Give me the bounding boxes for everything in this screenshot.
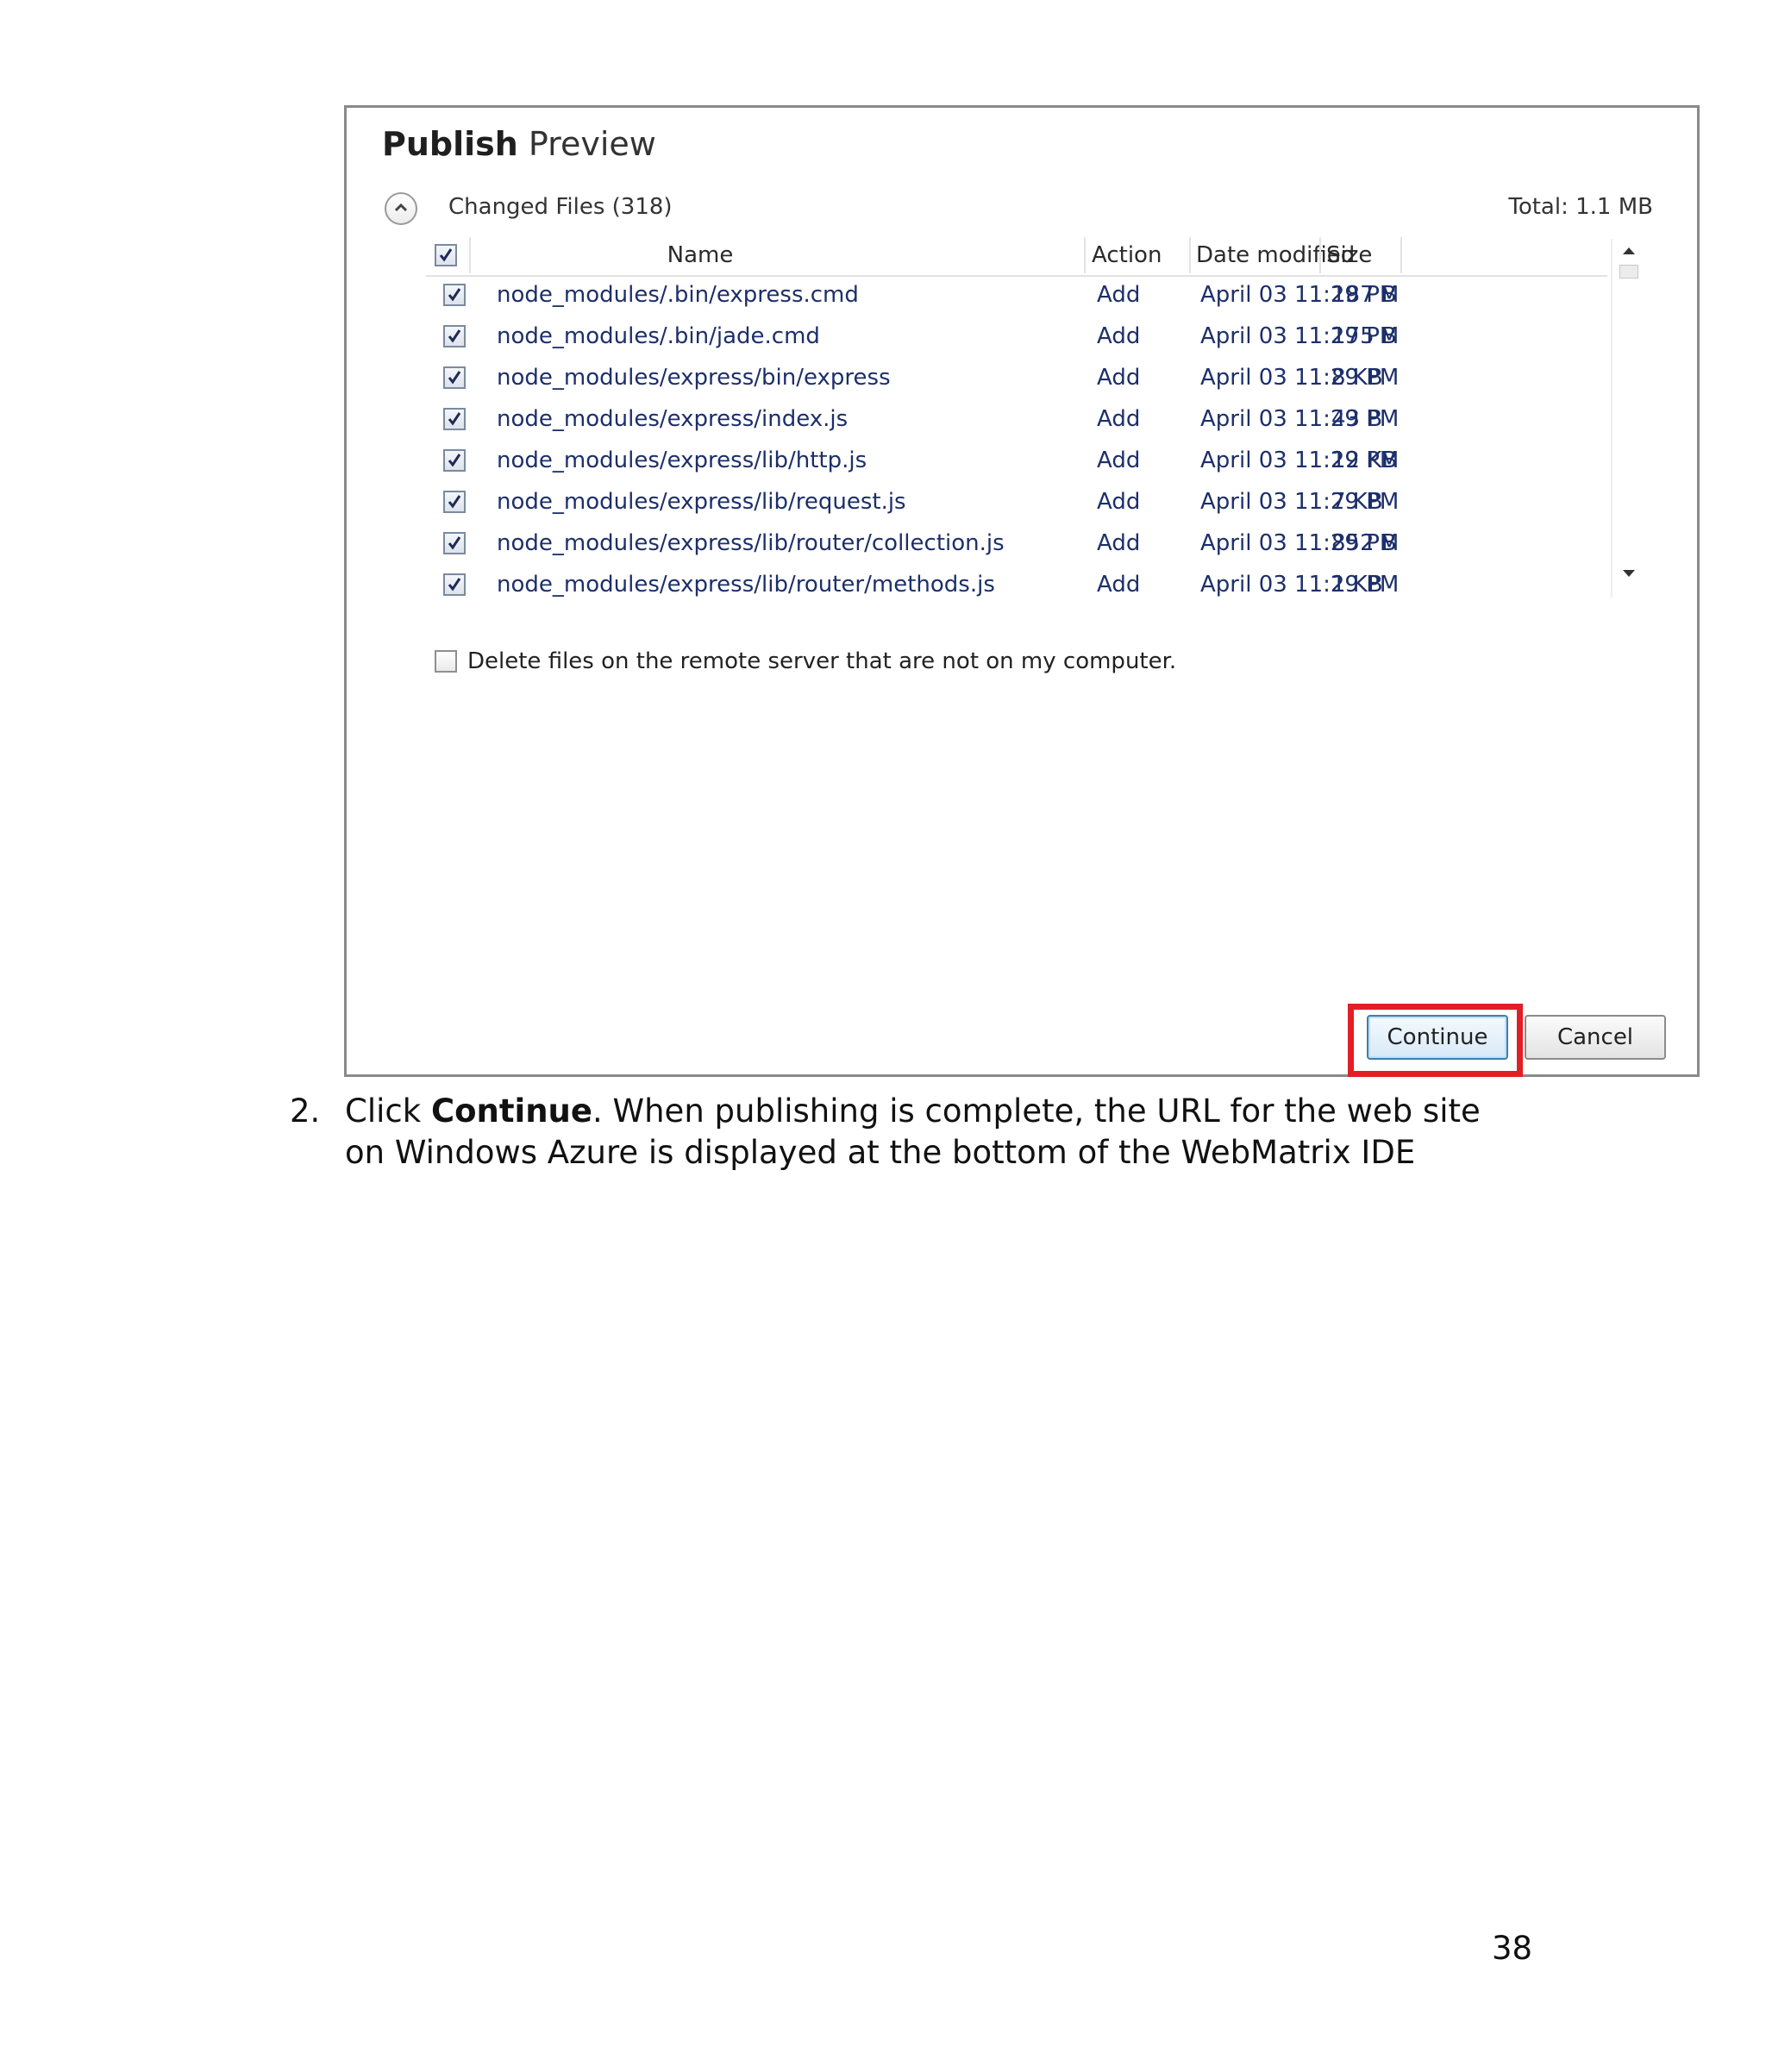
dialog-title: Publish Preview xyxy=(382,125,656,163)
file-row[interactable]: node_modules/express/index.js Add April … xyxy=(426,401,1607,442)
file-checkbox[interactable] xyxy=(443,408,466,430)
file-name: node_modules/express/lib/http.js xyxy=(497,448,867,473)
changed-files-label: Changed Files (318) xyxy=(448,194,673,220)
scrollbar-thumb[interactable] xyxy=(1619,265,1638,279)
checkmark-icon xyxy=(448,454,461,467)
continue-button[interactable]: Continue xyxy=(1367,1015,1508,1060)
step-number: 2. xyxy=(290,1092,321,1130)
file-size: 852 B xyxy=(1331,530,1397,556)
file-name: node_modules/express/lib/request.js xyxy=(497,489,906,515)
file-size: 187 B xyxy=(1331,282,1397,308)
column-separator xyxy=(1189,237,1191,273)
scrollbar-divider xyxy=(1611,239,1613,598)
collapse-section-button[interactable] xyxy=(385,192,417,225)
file-size: 12 KB xyxy=(1331,448,1398,473)
file-list-header: Name Action Date modified Size xyxy=(426,237,1607,277)
checkmark-icon xyxy=(448,412,461,426)
step-text: Click Continue. When publishing is compl… xyxy=(345,1091,1492,1174)
file-name: node_modules/express/lib/router/methods.… xyxy=(497,572,995,598)
step-bold-term: Continue xyxy=(430,1092,592,1130)
file-checkbox[interactable] xyxy=(443,449,466,472)
file-name: node_modules/express/bin/express xyxy=(497,365,891,391)
file-checkbox[interactable] xyxy=(443,366,466,389)
column-header-action[interactable]: Action xyxy=(1092,242,1162,268)
checkmark-icon xyxy=(448,288,461,302)
file-action: Add xyxy=(1097,282,1141,308)
file-name: node_modules/.bin/express.cmd xyxy=(497,282,859,308)
file-action: Add xyxy=(1097,448,1141,473)
file-checkbox[interactable] xyxy=(443,284,466,306)
file-action: Add xyxy=(1097,323,1141,349)
file-action: Add xyxy=(1097,489,1141,515)
chevron-up-icon xyxy=(394,203,408,212)
file-row[interactable]: node_modules/express/lib/http.js Add Apr… xyxy=(426,442,1607,484)
file-row[interactable]: node_modules/express/lib/router/collecti… xyxy=(426,525,1607,567)
file-row[interactable]: node_modules/express/bin/express Add Apr… xyxy=(426,360,1607,401)
file-action: Add xyxy=(1097,406,1141,432)
delete-remote-files-checkbox[interactable] xyxy=(435,650,457,673)
file-row[interactable]: node_modules/.bin/express.cmd Add April … xyxy=(426,277,1607,318)
file-checkbox[interactable] xyxy=(443,491,466,513)
file-row[interactable]: node_modules/express/lib/request.js Add … xyxy=(426,484,1607,525)
checkmark-icon xyxy=(448,329,461,343)
file-size: 175 B xyxy=(1331,323,1397,349)
file-size: 8 KB xyxy=(1331,365,1383,391)
file-name: node_modules/express/index.js xyxy=(497,406,849,432)
column-separator xyxy=(469,237,471,273)
file-list-scrollbar[interactable] xyxy=(1611,239,1642,598)
column-header-name[interactable]: Name xyxy=(485,242,916,268)
scroll-up-arrow-icon[interactable] xyxy=(1621,246,1637,256)
column-separator xyxy=(1400,237,1402,273)
dialog-title-light: Preview xyxy=(528,125,656,163)
column-separator xyxy=(1319,237,1321,273)
scroll-down-arrow-icon[interactable] xyxy=(1621,568,1637,579)
file-name: node_modules/express/lib/router/collecti… xyxy=(497,530,1005,556)
select-all-checkbox[interactable] xyxy=(435,244,457,266)
cancel-button[interactable]: Cancel xyxy=(1525,1015,1666,1060)
page-number: 38 xyxy=(1492,1930,1533,1967)
file-checkbox[interactable] xyxy=(443,573,466,596)
file-action: Add xyxy=(1097,365,1141,391)
file-size: 7 KB xyxy=(1331,489,1383,515)
file-name: node_modules/.bin/jade.cmd xyxy=(497,323,820,349)
file-size: 43 B xyxy=(1331,406,1383,432)
publish-preview-dialog: Publish Preview Changed Files (318) Tota… xyxy=(344,105,1700,1077)
total-size-label: Total: 1.1 MB xyxy=(1508,194,1653,220)
checkmark-icon xyxy=(439,248,453,262)
dialog-title-bold: Publish xyxy=(382,125,518,163)
checkmark-icon xyxy=(448,371,461,385)
checkmark-icon xyxy=(448,495,461,509)
file-size: 1 KB xyxy=(1331,572,1383,598)
checkmark-icon xyxy=(448,578,461,592)
file-action: Add xyxy=(1097,572,1141,598)
file-checkbox[interactable] xyxy=(443,325,466,347)
step-intro: Click xyxy=(345,1092,431,1130)
column-separator xyxy=(1084,237,1086,273)
delete-remote-files-label: Delete files on the remote server that a… xyxy=(467,648,1177,674)
file-action: Add xyxy=(1097,530,1141,556)
file-row[interactable]: node_modules/express/lib/router/methods.… xyxy=(426,567,1607,608)
column-header-size[interactable]: Size xyxy=(1326,242,1372,268)
file-row[interactable]: node_modules/.bin/jade.cmd Add April 03 … xyxy=(426,318,1607,360)
checkmark-icon xyxy=(448,536,461,550)
file-checkbox[interactable] xyxy=(443,532,466,554)
